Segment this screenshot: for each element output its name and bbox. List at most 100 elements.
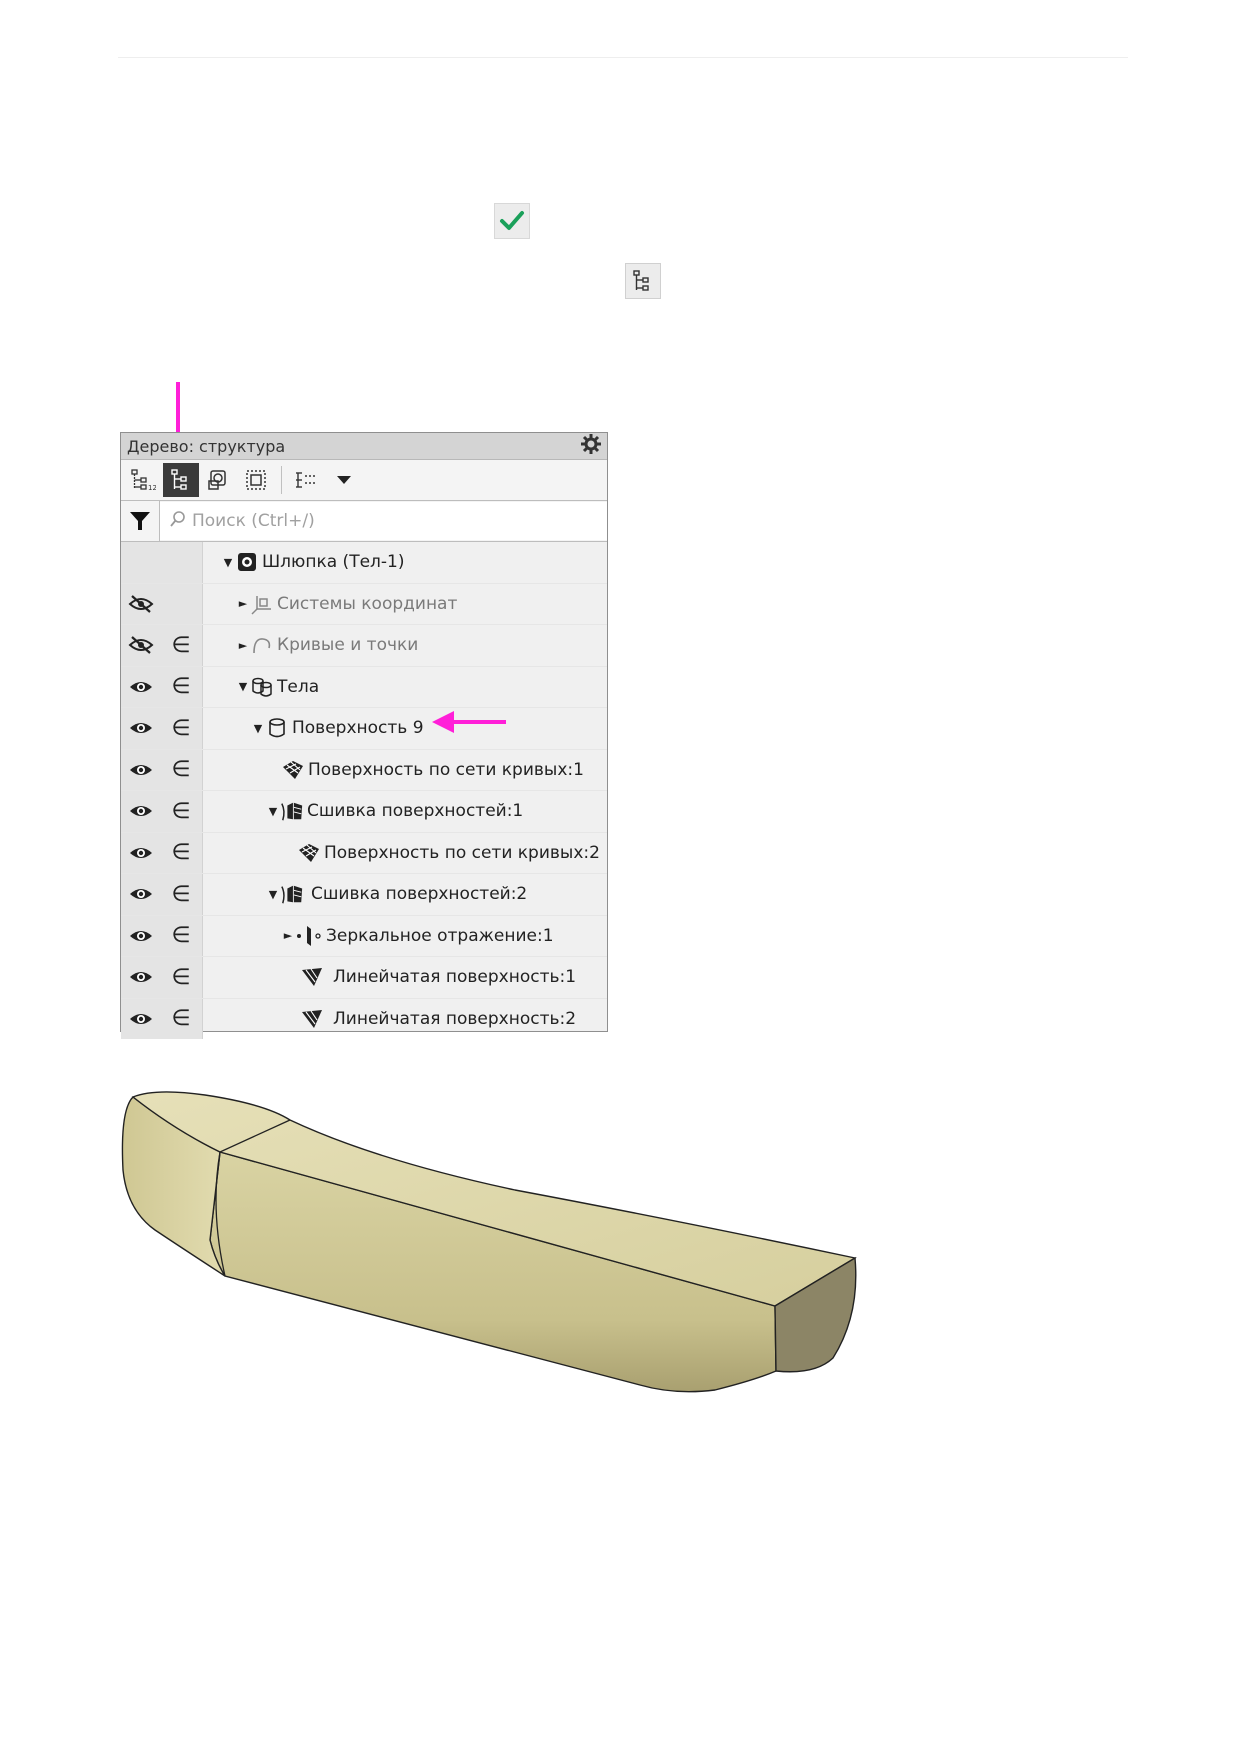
tree-row-mirror-1[interactable]: ∈ ► Зеркальное отражение:1: [121, 915, 607, 957]
expander-expanded-icon[interactable]: ▼: [266, 888, 280, 901]
bodies-icon: [250, 675, 274, 699]
expander-expanded-icon[interactable]: ▼: [251, 722, 265, 735]
tree-item-label: Шлюпка (Тел-1): [262, 552, 405, 573]
search-input[interactable]: Поиск (Ctrl+/): [160, 502, 607, 540]
element-of-icon[interactable]: ∈: [161, 965, 201, 990]
expander-collapsed-icon[interactable]: ►: [281, 929, 295, 942]
element-of-icon[interactable]: ∈: [161, 674, 201, 699]
eye-icon[interactable]: [121, 928, 161, 944]
eye-icon[interactable]: [121, 969, 161, 985]
row-gutter: ∈: [121, 874, 203, 915]
panel-title: Дерево: структура: [127, 436, 286, 456]
tree-row-network-surface-1[interactable]: ∈ Поверхность по сети кривых:1: [121, 749, 607, 791]
tree-structure-button[interactable]: [163, 463, 199, 497]
tree-row-stitch-1[interactable]: ∈ ▼ Сшивка поверхностей:1: [121, 791, 607, 833]
element-of-icon[interactable]: ∈: [161, 757, 201, 782]
row-gutter: ∈: [121, 708, 203, 749]
pointer-arrow-left: [432, 711, 506, 733]
element-of-icon[interactable]: ∈: [161, 882, 201, 907]
panel-title-bar: Дерево: структура: [121, 433, 607, 460]
tree-row-stitch-2[interactable]: ∈ ▼ Сшивка поверхностей:2: [121, 874, 607, 916]
tree-row-ruled-surface-1[interactable]: ∈ Линейчатая поверхность:1: [121, 957, 607, 999]
stitch-surfaces-icon: [280, 882, 304, 906]
tree-list-options-button[interactable]: [288, 463, 324, 497]
tree-row-surface-9[interactable]: ∈ ▼ Поверхность 9: [121, 708, 607, 750]
tree-item-label: Линейчатая поверхность:1: [333, 967, 577, 988]
row-gutter: ∈: [121, 666, 203, 707]
tree-row-curves-points[interactable]: ∈ ► Кривые и точки: [121, 625, 607, 667]
element-of-icon[interactable]: ∈: [161, 923, 201, 948]
tree-item-label: Сшивка поверхностей:1: [307, 801, 524, 822]
tree-row-root[interactable]: ▼ Шлюпка (Тел-1): [121, 542, 607, 584]
element-of-icon[interactable]: ∈: [161, 633, 201, 658]
search-icon: [170, 510, 186, 533]
row-gutter: ∈: [121, 998, 203, 1039]
mirror-icon: [295, 924, 323, 948]
hidden-eye-icon[interactable]: [121, 635, 161, 655]
eye-icon[interactable]: [121, 1011, 161, 1027]
row-gutter: ∈: [121, 625, 203, 666]
element-of-icon[interactable]: ∈: [161, 1006, 201, 1031]
eye-icon[interactable]: [121, 886, 161, 902]
curve-network-surface-icon: [297, 841, 321, 865]
filter-icon[interactable]: [121, 501, 160, 541]
row-gutter: ∈: [121, 749, 203, 790]
boat-hull-3d-model: [121, 1091, 857, 1393]
toolbar-separator: [281, 466, 282, 494]
row-gutter: [121, 583, 203, 624]
curve-icon: [250, 633, 274, 657]
tree-item-label: Поверхность по сети кривых:2: [324, 842, 600, 863]
structure-tree-panel: Дерево: структура 12 Поиск (Ctrl+/) ▼ Шл…: [120, 432, 608, 1039]
row-gutter: ∈: [121, 832, 203, 873]
svg-text:12: 12: [148, 484, 156, 492]
ruled-surface-icon: [300, 1007, 324, 1031]
structure-tree-icon: [625, 263, 661, 299]
tree-row-ruled-surface-2[interactable]: ∈ Линейчатая поверхность:2: [121, 998, 607, 1039]
tree-item-label: Поверхность по сети кривых:1: [308, 759, 584, 780]
tree-row-network-surface-2[interactable]: ∈ Поверхность по сети кривых:2: [121, 832, 607, 874]
hidden-eye-icon[interactable]: [121, 594, 161, 614]
tree-item-label: Линейчатая поверхность:2: [333, 1008, 577, 1029]
toolbar-dropdown-chevron-icon[interactable]: [326, 463, 362, 497]
element-of-icon[interactable]: ∈: [161, 716, 201, 741]
expander-expanded-icon[interactable]: ▼: [266, 805, 280, 818]
expander-collapsed-icon[interactable]: ►: [236, 639, 250, 652]
tree-history-button[interactable]: 12: [125, 463, 161, 497]
gear-icon[interactable]: [581, 434, 601, 458]
tree-item-label: Системы координат: [277, 593, 458, 614]
tree-selection-button[interactable]: [239, 463, 275, 497]
structure-tree: ▼ Шлюпка (Тел-1) ► Системы координат ∈ ►…: [121, 542, 607, 1039]
part-icon: [235, 550, 259, 574]
tree-row-bodies[interactable]: ∈ ▼ Тела: [121, 666, 607, 708]
tree-item-label: Сшивка поверхностей:2: [311, 884, 528, 905]
ruled-surface-icon: [300, 965, 324, 989]
expander-expanded-icon[interactable]: ▼: [221, 556, 235, 569]
row-gutter: ∈: [121, 957, 203, 998]
stitch-surfaces-icon: [280, 799, 304, 823]
coordinate-system-icon: [250, 592, 274, 616]
eye-icon[interactable]: [121, 679, 161, 695]
tree-row-coordinate-systems[interactable]: ► Системы координат: [121, 583, 607, 625]
curve-network-surface-icon: [281, 758, 305, 782]
row-gutter: [121, 542, 203, 583]
tree-item-label: Поверхность 9: [292, 718, 424, 739]
surface-body-icon: [265, 716, 289, 740]
eye-icon[interactable]: [121, 803, 161, 819]
element-of-icon[interactable]: ∈: [161, 799, 201, 824]
tree-item-label: Кривые и точки: [277, 635, 419, 656]
tree-components-button[interactable]: [201, 463, 237, 497]
tree-item-label: Тела: [277, 676, 320, 697]
expander-collapsed-icon[interactable]: ►: [236, 597, 250, 610]
tree-item-label: Зеркальное отражение:1: [326, 925, 554, 946]
row-gutter: ∈: [121, 915, 203, 956]
page-top-rule: [118, 57, 1128, 58]
expander-expanded-icon[interactable]: ▼: [236, 680, 250, 693]
eye-icon[interactable]: [121, 845, 161, 861]
eye-icon[interactable]: [121, 762, 161, 778]
confirm-check-icon: [494, 203, 530, 239]
search-placeholder: Поиск (Ctrl+/): [192, 511, 315, 531]
tree-toolbar: 12: [121, 460, 607, 501]
row-gutter: ∈: [121, 791, 203, 832]
eye-icon[interactable]: [121, 720, 161, 736]
element-of-icon[interactable]: ∈: [161, 840, 201, 865]
